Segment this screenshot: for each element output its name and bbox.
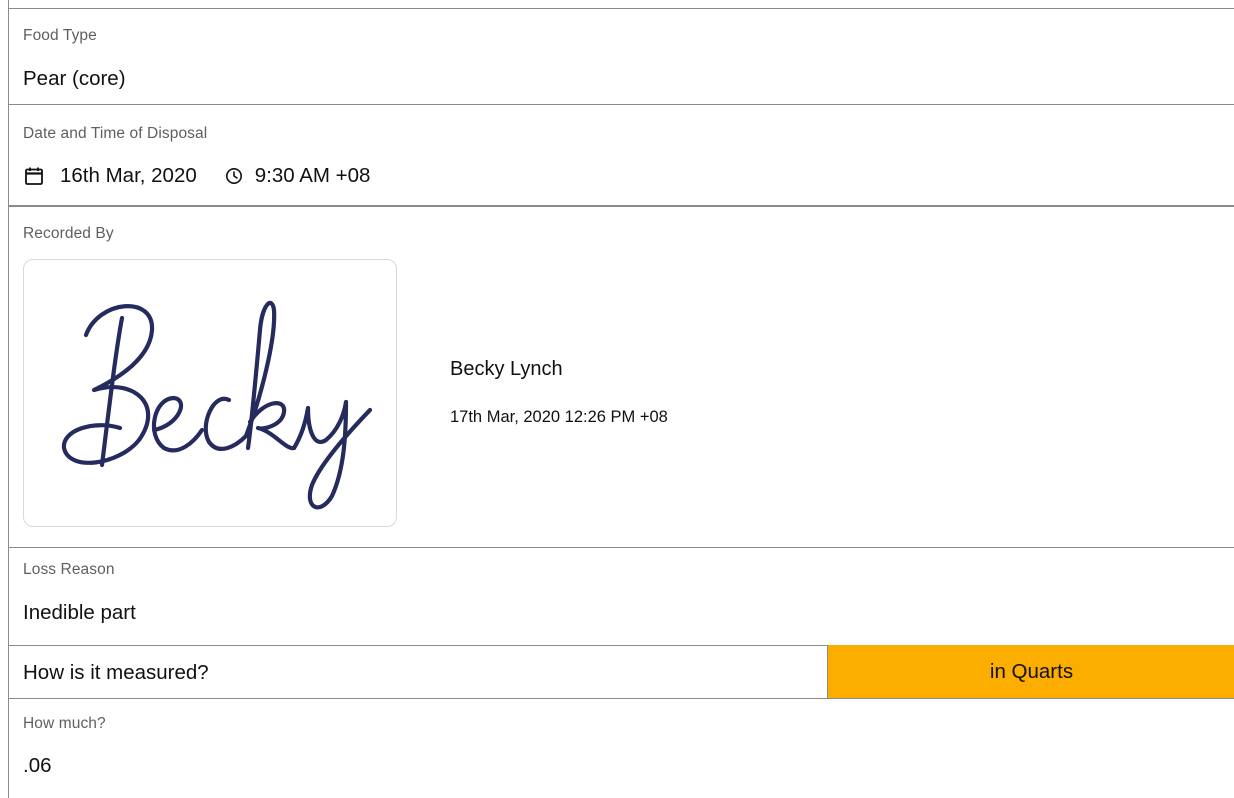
disposal-label: Date and Time of Disposal — [23, 125, 208, 142]
clock-icon — [224, 166, 244, 186]
divider — [9, 547, 1234, 548]
signature-image — [61, 301, 373, 510]
disposal-date: 16th Mar, 2020 — [60, 164, 197, 187]
divider — [9, 8, 1234, 9]
divider — [9, 104, 1234, 105]
detail-form: Food Type Pear (core) Date and Time of D… — [8, 0, 1234, 798]
food-type-label: Food Type — [23, 27, 97, 44]
signature-card — [23, 259, 397, 527]
amount-value: .06 — [23, 754, 52, 777]
loss-reason-value: Inedible part — [23, 601, 136, 624]
recorded-by-label: Recorded By — [23, 225, 114, 242]
measurement-question: How is it measured? — [23, 661, 209, 684]
measurement-unit-button[interactable]: in Quarts — [827, 645, 1234, 698]
divider — [9, 205, 1234, 207]
loss-reason-label: Loss Reason — [23, 561, 115, 578]
calendar-icon — [23, 165, 45, 187]
amount-label: How much? — [23, 715, 106, 732]
disposal-time: 9:30 AM +08 — [254, 164, 371, 187]
recorded-timestamp: 17th Mar, 2020 12:26 PM +08 — [450, 408, 668, 426]
food-type-value: Pear (core) — [23, 67, 126, 90]
recorder-name: Becky Lynch — [450, 358, 563, 380]
disposal-datetime: 16th Mar, 2020 9:30 AM +08 — [23, 164, 370, 188]
divider — [9, 698, 1234, 699]
